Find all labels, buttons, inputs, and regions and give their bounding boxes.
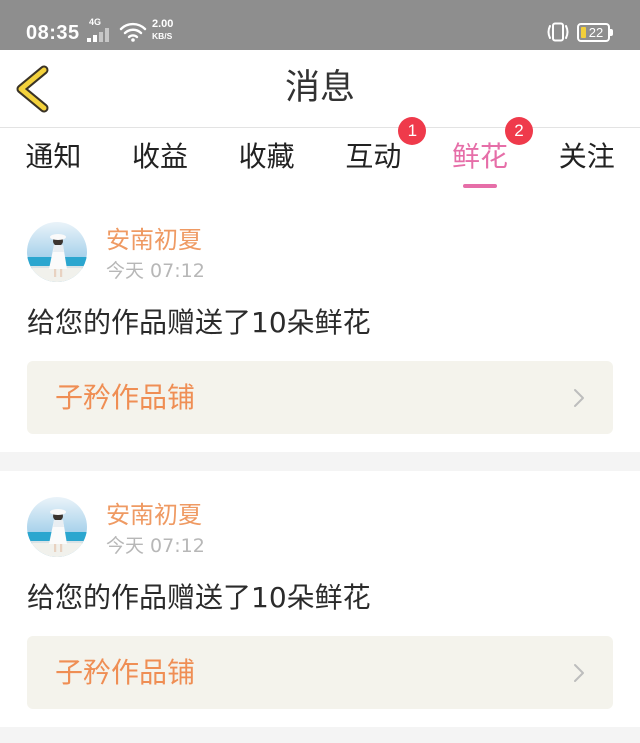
vibrate-icon [545,22,571,46]
battery-level: 22 [588,25,604,40]
tab-label: 通知 [25,140,82,173]
signal-icon [87,27,111,46]
card-divider [0,452,640,471]
tab-flowers[interactable]: 鲜花 2 [427,117,534,196]
message-text: 给您的作品赠送了10朵鲜花 [27,306,371,339]
unread-badge: 2 [505,117,534,145]
status-bar: 08:35 4G 2.00 KB/S 22 [0,0,640,50]
tab-bar: 通知 收益 收藏 互动 1 鲜花 2 关注 [0,117,640,196]
message-card: 安南初夏 今天 07:12 给您的作品赠送了10朵鲜花 子矜作品铺 [0,471,640,727]
back-button[interactable] [10,62,56,116]
page-title: 消息 [284,68,355,108]
net-speed-value: 2.00 [152,18,174,30]
sender-name[interactable]: 安南初夏 [106,501,202,529]
message-card: 安南初夏 今天 07:12 给您的作品赠送了10朵鲜花 子矜作品铺 [0,196,640,452]
sender-avatar[interactable] [27,222,87,282]
chevron-right-icon [574,664,584,682]
wifi-icon [119,21,147,46]
battery-icon: 22 [577,23,614,42]
shop-name: 子矜作品铺 [55,381,196,414]
sender-avatar[interactable] [27,497,87,557]
message-text: 给您的作品赠送了10朵鲜花 [27,581,371,614]
active-tab-indicator [463,184,498,188]
tab-interactions[interactable]: 互动 1 [320,117,427,196]
screen: 08:35 4G 2.00 KB/S 22 消息 通知 收益 收藏 互动 1 鲜… [0,0,640,743]
tab-label: 收藏 [238,140,295,173]
tab-favorites[interactable]: 收藏 [213,128,320,196]
tab-label: 关注 [558,140,615,173]
work-shop-link[interactable]: 子矜作品铺 [27,361,613,434]
tab-earnings[interactable]: 收益 [107,128,214,196]
back-arrow-icon [16,65,49,113]
message-time: 今天 07:12 [106,535,205,557]
message-time: 今天 07:12 [106,260,205,282]
tab-follows[interactable]: 关注 [533,128,640,196]
work-shop-link[interactable]: 子矜作品铺 [27,636,613,709]
sender-name[interactable]: 安南初夏 [106,226,202,254]
status-time: 08:35 [26,22,80,44]
tab-label: 收益 [132,140,189,173]
battery-cap [610,29,613,36]
shop-name: 子矜作品铺 [55,656,196,689]
chevron-right-icon [574,389,584,407]
header: 消息 [0,50,640,128]
network-type-label: 4G [89,17,102,27]
tab-notifications[interactable]: 通知 [0,128,107,196]
net-speed-unit: KB/S [152,31,173,41]
card-divider [0,727,640,743]
